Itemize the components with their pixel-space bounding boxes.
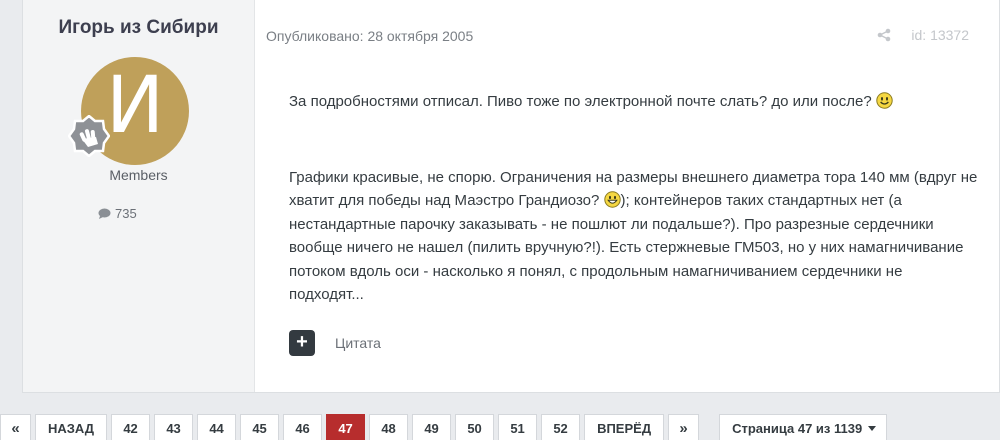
forum-post: Игорь из Сибири И Members 735 Опубликова… <box>22 0 1000 393</box>
page-link[interactable]: 45 <box>240 414 280 440</box>
post-meta-actions: id: 13372 <box>877 27 969 43</box>
page-link-active[interactable]: 47 <box>326 414 366 440</box>
grin-emoji-icon <box>603 191 621 208</box>
page-link[interactable]: 51 <box>498 414 538 440</box>
post-id: id: 13372 <box>911 27 969 43</box>
page-link[interactable]: 48 <box>369 414 409 440</box>
post-date: Опубликовано: 28 октября 2005 <box>266 28 474 44</box>
author-name[interactable]: Игорь из Сибири <box>23 17 254 39</box>
next-page-button[interactable]: ВПЕРЁД <box>584 414 665 440</box>
post-paragraph: Графики красивые, не спорю. Ограничения … <box>289 166 979 307</box>
member-group: Members <box>109 167 168 183</box>
post-paragraph: За подробностями отписал. Пиво тоже по э… <box>289 90 979 114</box>
page-link[interactable]: 42 <box>111 414 151 440</box>
comment-icon <box>98 208 111 219</box>
pagination: « НАЗАД 42 43 44 45 46 47 48 49 50 51 52… <box>0 414 888 440</box>
page-link[interactable]: 50 <box>455 414 495 440</box>
author-panel: Игорь из Сибири И Members 735 <box>23 0 255 392</box>
post-count-value: 735 <box>115 206 137 221</box>
multiquote-plus-button[interactable]: + <box>289 330 315 356</box>
post-count: 735 <box>98 206 137 221</box>
paragraph-text: За подробностями отписал. Пиво тоже по э… <box>289 93 872 110</box>
page-jump-dropdown[interactable]: Страница 47 из 1139 <box>719 414 888 440</box>
rank-badge-icon <box>68 115 110 157</box>
last-page-button[interactable]: » <box>668 414 700 440</box>
post-content: За подробностями отписал. Пиво тоже по э… <box>289 90 979 307</box>
page-link[interactable]: 44 <box>197 414 237 440</box>
page-link[interactable]: 49 <box>412 414 452 440</box>
post-controls: + Цитата <box>289 330 381 356</box>
quote-button[interactable]: Цитата <box>335 335 381 351</box>
first-page-button[interactable]: « <box>0 414 31 440</box>
page-link[interactable]: 46 <box>283 414 323 440</box>
smile-emoji-icon <box>876 92 893 109</box>
caret-down-icon <box>868 426 877 431</box>
page-link[interactable]: 52 <box>541 414 581 440</box>
page-link[interactable]: 43 <box>154 414 194 440</box>
share-icon[interactable] <box>877 28 891 42</box>
prev-page-button[interactable]: НАЗАД <box>35 414 108 440</box>
page-jump-label: Страница 47 из 1139 <box>732 421 863 436</box>
